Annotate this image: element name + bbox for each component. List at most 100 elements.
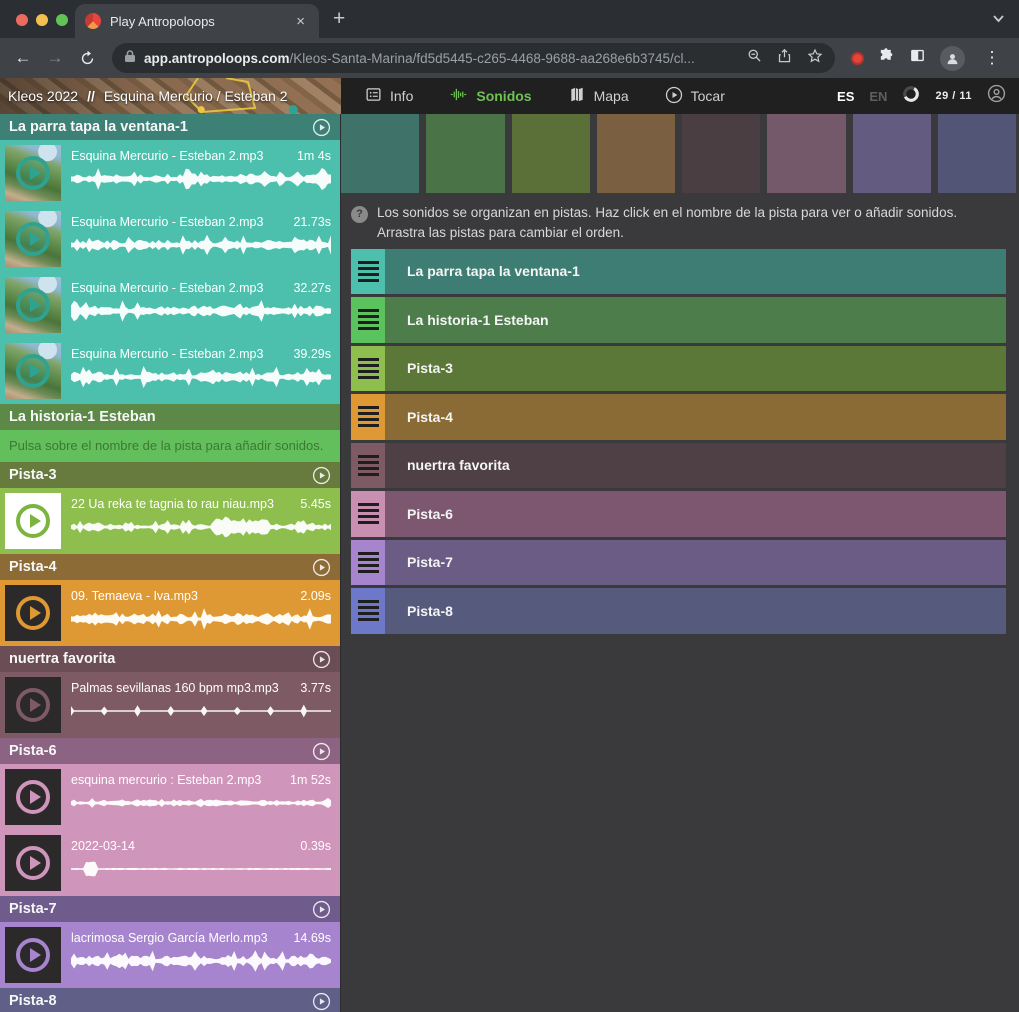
side-panel-icon[interactable] — [909, 47, 926, 69]
drag-handle[interactable] — [351, 588, 385, 634]
clip-waveform[interactable] — [71, 168, 331, 190]
zoom-page-icon[interactable] — [747, 48, 762, 68]
clip-thumbnail[interactable] — [5, 677, 61, 733]
browser-menu-kebab-icon[interactable]: ⋮ — [979, 45, 1005, 71]
audio-clip[interactable]: esquina mercurio : Esteban 2.mp31m 52s — [0, 764, 340, 830]
browser-tab[interactable]: Play Antropoloops × — [75, 4, 319, 38]
tab-close-icon[interactable]: × — [292, 12, 309, 31]
track-section-header[interactable]: nuertra favorita — [0, 646, 340, 672]
audio-clip[interactable]: Esquina Mercurio - Esteban 2.mp332.27s — [0, 272, 340, 338]
track-section-header[interactable]: Pista-3 — [0, 462, 340, 488]
track-row-bar[interactable]: Pista-4 — [385, 394, 1006, 440]
clip-play-icon[interactable] — [5, 927, 61, 983]
track-row[interactable]: La historia-1 Esteban — [351, 297, 1006, 343]
clip-play-icon[interactable] — [5, 769, 61, 825]
drag-handle[interactable] — [351, 394, 385, 440]
tab-search-chevron-icon[interactable] — [992, 10, 1005, 28]
clip-thumbnail[interactable] — [5, 585, 61, 641]
track-play-icon[interactable] — [312, 466, 331, 485]
drag-handle[interactable] — [351, 249, 385, 295]
nav-tocar[interactable]: Tocar — [665, 86, 725, 107]
track-section-header[interactable]: Pista-8 — [0, 988, 340, 1012]
clip-waveform[interactable] — [71, 792, 331, 814]
clip-waveform[interactable] — [71, 516, 331, 538]
clip-waveform[interactable] — [71, 366, 331, 388]
clip-thumbnail[interactable] — [5, 277, 61, 333]
track-play-icon[interactable] — [312, 118, 331, 137]
drag-handle[interactable] — [351, 443, 385, 489]
track-play-icon[interactable] — [312, 992, 331, 1011]
nav-info[interactable]: Info — [365, 86, 413, 106]
track-section-header[interactable]: Pista-4 — [0, 554, 340, 580]
drag-handle[interactable] — [351, 540, 385, 586]
account-person-icon[interactable] — [987, 84, 1006, 108]
clip-thumbnail[interactable] — [5, 835, 61, 891]
clip-play-icon[interactable] — [5, 277, 61, 333]
track-section-header[interactable]: Pista-7 — [0, 896, 340, 922]
lang-es-button[interactable]: ES — [837, 89, 854, 104]
track-row[interactable]: La parra tapa la ventana-1 — [351, 249, 1006, 295]
extensions-puzzle-icon[interactable] — [878, 47, 895, 69]
track-row-bar[interactable]: Pista-8 — [385, 588, 1006, 634]
minimize-window-button[interactable] — [36, 14, 48, 26]
track-play-icon[interactable] — [312, 742, 331, 761]
clip-waveform[interactable] — [71, 858, 331, 880]
share-icon[interactable] — [777, 48, 792, 69]
nav-sonidos[interactable]: Sonidos — [449, 86, 531, 106]
clip-thumbnail[interactable] — [5, 927, 61, 983]
clip-thumbnail[interactable] — [5, 769, 61, 825]
track-row[interactable]: Pista-4 — [351, 394, 1006, 440]
back-button[interactable]: ← — [10, 45, 36, 71]
close-window-button[interactable] — [16, 14, 28, 26]
window-controls[interactable] — [16, 14, 68, 26]
breadcrumb[interactable]: Kleos 2022 // Esquina Mercurio / Esteban… — [0, 78, 341, 114]
breadcrumb-project[interactable]: Kleos 2022 — [8, 88, 78, 104]
clip-play-icon[interactable] — [5, 835, 61, 891]
clip-waveform[interactable] — [71, 608, 331, 630]
track-row[interactable]: Pista-6 — [351, 491, 1006, 537]
track-row-bar[interactable]: nuertra favorita — [385, 443, 1006, 489]
drag-handle[interactable] — [351, 346, 385, 392]
clip-play-icon[interactable] — [5, 493, 61, 549]
clip-thumbnail[interactable] — [5, 493, 61, 549]
track-section-header[interactable]: La historia-1 Esteban — [0, 404, 340, 430]
track-row-bar[interactable]: La historia-1 Esteban — [385, 297, 1006, 343]
clip-thumbnail[interactable] — [5, 145, 61, 201]
clip-play-icon[interactable] — [5, 145, 61, 201]
zoom-window-button[interactable] — [56, 14, 68, 26]
clip-waveform[interactable] — [71, 700, 331, 722]
track-row[interactable]: Pista-7 — [351, 540, 1006, 586]
track-row-bar[interactable]: Pista-6 — [385, 491, 1006, 537]
track-row[interactable]: Pista-3 — [351, 346, 1006, 392]
track-play-icon[interactable] — [312, 900, 331, 919]
track-section-header[interactable]: La parra tapa la ventana-1 — [0, 114, 340, 140]
audio-clip[interactable]: Esquina Mercurio - Esteban 2.mp31m 4s — [0, 140, 340, 206]
audio-clip[interactable]: lacrimosa Sergio García Merlo.mp314.69s — [0, 922, 340, 988]
track-row-bar[interactable]: La parra tapa la ventana-1 — [385, 249, 1006, 295]
bookmark-star-icon[interactable] — [807, 48, 823, 69]
clip-play-icon[interactable] — [5, 585, 61, 641]
audio-clip[interactable]: Palmas sevillanas 160 bpm mp3.mp33.77s — [0, 672, 340, 738]
profile-avatar[interactable] — [940, 46, 965, 71]
track-section-header[interactable]: Pista-6 — [0, 738, 340, 764]
clip-waveform[interactable] — [71, 950, 331, 972]
lang-en-button[interactable]: EN — [869, 89, 887, 104]
reload-button[interactable] — [74, 45, 100, 71]
drag-handle[interactable] — [351, 491, 385, 537]
track-row-bar[interactable]: Pista-7 — [385, 540, 1006, 586]
clip-play-icon[interactable] — [5, 211, 61, 267]
audio-clip[interactable]: Esquina Mercurio - Esteban 2.mp339.29s — [0, 338, 340, 404]
audio-clip[interactable]: 09. Temaeva - Iva.mp32.09s — [0, 580, 340, 646]
new-tab-button[interactable]: + — [333, 7, 345, 31]
recording-indicator-icon[interactable] — [851, 52, 864, 65]
clip-waveform[interactable] — [71, 300, 331, 322]
url-bar[interactable]: app.antropoloops.com/Kleos-Santa-Marina/… — [112, 43, 835, 73]
drag-handle[interactable] — [351, 297, 385, 343]
forward-button[interactable]: → — [42, 45, 68, 71]
track-play-icon[interactable] — [312, 558, 331, 577]
track-play-icon[interactable] — [312, 650, 331, 669]
clip-play-icon[interactable] — [5, 677, 61, 733]
clip-thumbnail[interactable] — [5, 211, 61, 267]
track-row-bar[interactable]: Pista-3 — [385, 346, 1006, 392]
audio-clip[interactable]: 22 Ua reka te tagnia to rau niau.mp35.45… — [0, 488, 340, 554]
